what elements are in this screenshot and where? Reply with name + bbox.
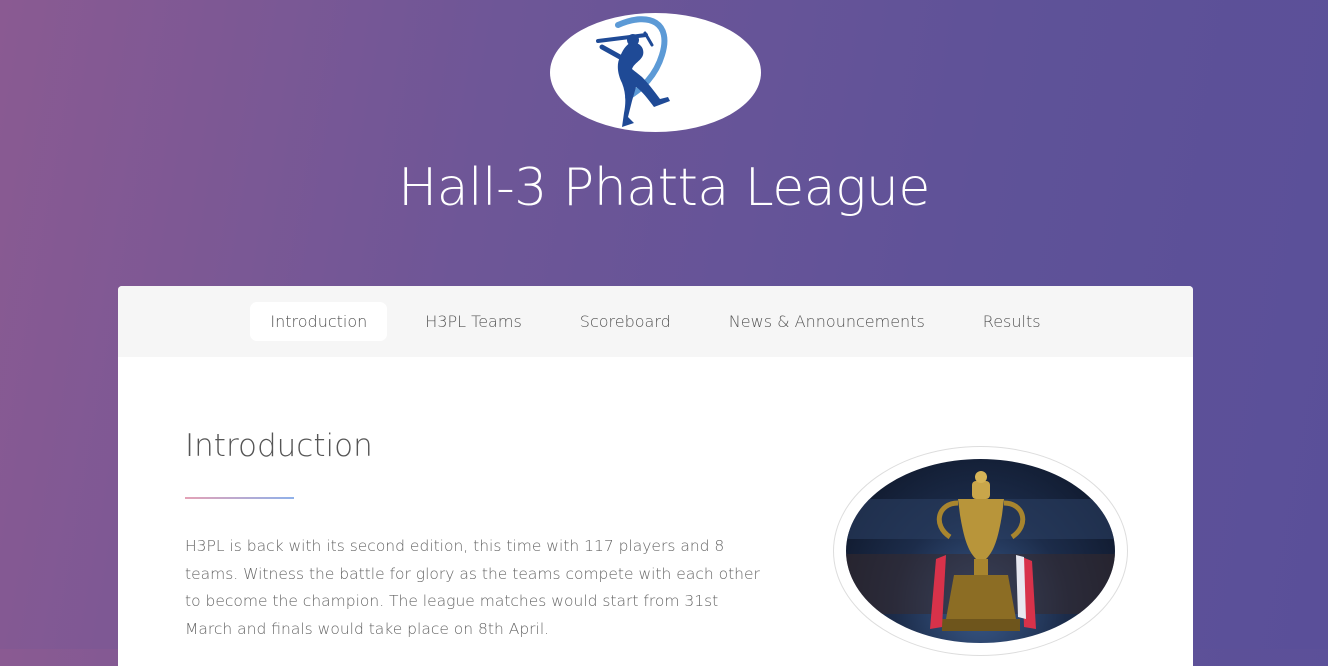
- site-header: Hall-3 Phatta League: [0, 0, 1328, 286]
- trophy-image-icon: [846, 459, 1115, 643]
- cricket-batsman-logo-icon[interactable]: [550, 13, 761, 132]
- main-card: Introduction H3PL Teams Scoreboard News …: [118, 286, 1193, 666]
- tab-scoreboard[interactable]: Scoreboard: [560, 302, 691, 341]
- section-divider: [185, 497, 294, 499]
- intro-heading: Introduction: [185, 428, 373, 464]
- tab-h3pl-teams[interactable]: H3PL Teams: [405, 302, 541, 341]
- site-title: Hall-3 Phatta League: [398, 158, 930, 218]
- intro-paragraph: H3PL is back with its second edition, th…: [185, 537, 760, 638]
- trophy-frame: [833, 446, 1128, 656]
- tab-results[interactable]: Results: [963, 302, 1061, 341]
- tab-news-announcements[interactable]: News & Announcements: [709, 302, 945, 341]
- tab-introduction[interactable]: Introduction: [250, 302, 388, 341]
- nav-bar: Introduction H3PL Teams Scoreboard News …: [118, 286, 1193, 357]
